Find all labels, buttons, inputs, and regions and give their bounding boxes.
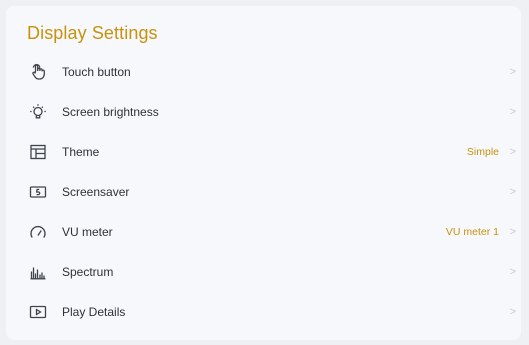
lightbulb-icon [29,103,47,121]
setting-label-spectrum: Spectrum [62,265,114,279]
setting-row-screen-brightness[interactable]: Screen brightness > [6,92,521,132]
setting-row-vu-meter[interactable]: VU meter VU meter 1 > [6,212,521,252]
setting-row-spectrum[interactable]: Spectrum > [6,252,521,292]
setting-value-vu-meter: VU meter 1 [445,226,499,238]
page-title: Display Settings [27,23,158,43]
setting-row-theme[interactable]: Theme Simple > [6,132,521,172]
setting-row-touch-button[interactable]: Touch button > [6,52,521,92]
setting-row-play-details[interactable]: Play Details > [6,292,521,332]
setting-label-touch-button: Touch button [62,65,131,79]
chevron-right-icon: > [509,146,516,158]
chevron-right-icon: > [509,306,516,318]
setting-label-screensaver: Screensaver [62,185,130,199]
settings-list: Touch button > Screen brightness > Theme… [6,52,521,332]
chevron-right-icon: > [509,106,516,118]
touch-hand-icon [29,63,47,81]
display-settings-panel: Display Settings Touch button > Screen b… [6,6,521,340]
play-details-icon [29,303,47,321]
setting-row-screensaver[interactable]: Screensaver > [6,172,521,212]
setting-label-vu-meter: VU meter [62,225,113,239]
setting-label-play-details: Play Details [62,305,126,319]
gauge-icon [29,223,47,241]
setting-value-theme: Simple [466,146,499,158]
setting-label-screen-brightness: Screen brightness [62,105,159,119]
screensaver-icon [29,183,47,201]
chevron-right-icon: > [509,226,516,238]
setting-label-theme: Theme [62,145,100,159]
chevron-right-icon: > [509,266,516,278]
chevron-right-icon: > [509,186,516,198]
spectrum-bars-icon [29,263,47,281]
chevron-right-icon: > [509,66,516,78]
theme-layout-icon [29,143,47,161]
